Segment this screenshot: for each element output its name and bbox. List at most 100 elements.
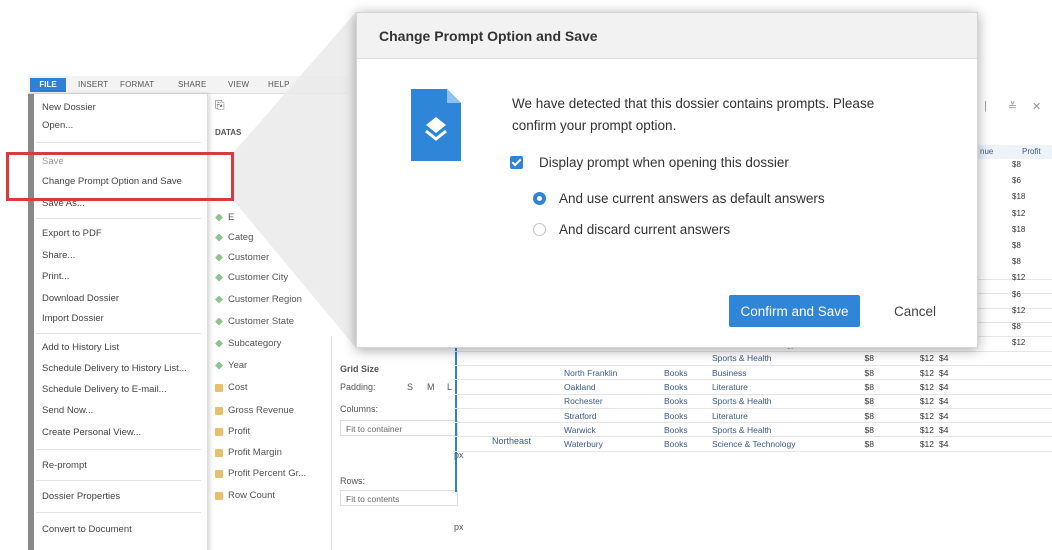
close-icon[interactable]: ✕ (1032, 100, 1041, 113)
dataset-field[interactable]: Subcategory (215, 338, 281, 349)
cell-cost: $8 (864, 353, 874, 364)
radio-unselected-icon[interactable] (533, 223, 546, 236)
table-row[interactable]: North Franklin Books Business $8 $12 $4 (454, 366, 1052, 381)
dataset-field[interactable]: Gross Revenue (215, 405, 294, 416)
menu-item-schedule-email[interactable]: Schedule Delivery to E-mail... (42, 384, 167, 395)
discard-answers-label: And discard current answers (559, 222, 731, 237)
table-row[interactable]: Oakland Books Literature $8 $12 $4 (454, 380, 1052, 395)
menu-item-convert-document[interactable]: Convert to Document (42, 524, 132, 535)
menu-divider (36, 480, 201, 481)
cell-sub: Literature (712, 381, 748, 392)
cell-prof: $4 (939, 396, 949, 407)
add-dataset-icon[interactable]: ⎘ (215, 98, 225, 113)
discard-answers-radio[interactable]: And discard current answers (533, 222, 730, 237)
padding-medium-option[interactable]: M (427, 382, 435, 392)
cell-rev: $12 (919, 353, 934, 364)
dialog-header: Change Prompt Option and Save (357, 13, 977, 59)
collapse-icon[interactable]: ≚ (1008, 100, 1017, 113)
dataset-field[interactable]: Year (215, 360, 247, 371)
table-row[interactable]: Stratford Books Literature $8 $12 $4 (454, 409, 1052, 424)
revenue-cell: $12 (1012, 305, 1026, 315)
revenue-cell: $12 (1012, 273, 1026, 283)
grid-column-headers: nue Profit (978, 145, 1052, 159)
dataset-field[interactable]: Profit (215, 426, 250, 437)
dataset-field[interactable]: Customer State (215, 316, 294, 327)
cell-cost: $8 (864, 396, 874, 407)
dataset-field[interactable]: Cost (215, 382, 248, 393)
grid-size-heading: Grid Size (340, 364, 380, 374)
menu-item-print[interactable]: Print... (42, 271, 69, 282)
menu-item-share[interactable]: Share... (42, 250, 75, 261)
cancel-button[interactable]: Cancel (874, 295, 956, 327)
menu-item-export-pdf[interactable]: Export to PDF (42, 228, 102, 239)
menu-view[interactable]: VIEW (228, 80, 249, 89)
rows-select[interactable]: Fit to contents (340, 490, 458, 506)
menu-item-open[interactable]: Open... (42, 120, 73, 131)
menu-insert[interactable]: INSERT (78, 80, 108, 89)
radio-selected-icon[interactable] (533, 192, 546, 205)
cell-city: Waterbury (564, 439, 603, 450)
cell-cat: Books (664, 424, 688, 435)
cell-prof: $4 (939, 381, 949, 392)
revenue-cell: $12 (1012, 338, 1026, 348)
columns-label: Columns: (340, 404, 379, 414)
revenue-cell: $6 (1012, 176, 1021, 186)
dataset-field[interactable]: Row Count (215, 490, 275, 501)
menu-divider (36, 449, 201, 450)
menu-format[interactable]: FORMAT (120, 80, 154, 89)
padding-large-option[interactable]: L (447, 382, 452, 392)
cell-rev: $12 (919, 410, 934, 421)
menu-item-new-dossier[interactable]: New Dossier (42, 102, 96, 113)
revenue-header[interactable]: nue (980, 147, 993, 156)
menu-file[interactable]: FILE (30, 78, 66, 92)
dataset-field[interactable]: Profit Margin (215, 447, 282, 458)
menu-item-send-now[interactable]: Send Now... (42, 405, 93, 416)
padding-small-option[interactable]: S (407, 382, 413, 392)
cell-sub: Business (712, 367, 747, 378)
menu-divider (36, 512, 201, 513)
display-prompt-checkbox[interactable]: Display prompt when opening this dossier (510, 155, 789, 170)
dataset-field[interactable]: Categ (215, 232, 253, 243)
dataset-field[interactable]: Customer (215, 252, 269, 263)
grid-toolbar: | ≚ ✕ (978, 90, 1052, 130)
menu-item-download-dossier[interactable]: Download Dossier (42, 293, 119, 304)
menu-divider (36, 218, 201, 219)
revenue-cell: $8 (1012, 322, 1021, 331)
menu-item-schedule-history[interactable]: Schedule Delivery to History List... (42, 363, 187, 374)
dataset-field[interactable]: Customer Region (215, 294, 302, 305)
menu-item-create-personal-view[interactable]: Create Personal View... (42, 427, 141, 438)
change-prompt-dialog: Change Prompt Option and Save We have de… (356, 12, 978, 348)
profit-header[interactable]: Profit (1022, 147, 1041, 156)
revenue-cell: $12 (1012, 208, 1026, 218)
cell-sub: Sports & Health (712, 396, 772, 407)
cell-rev: $12 (919, 424, 934, 435)
cell-city: Warwick (564, 424, 596, 435)
cell-city: Stratford (564, 410, 597, 421)
px-unit: px (454, 522, 464, 532)
confirm-and-save-button[interactable]: Confirm and Save (729, 295, 860, 327)
checkbox-checked-icon[interactable] (510, 156, 523, 169)
menu-item-highlight (6, 152, 234, 201)
menu-item-add-history[interactable]: Add to History List (42, 342, 119, 353)
table-row[interactable]: Rochester Books Sports & Health $8 $12 $4 (454, 395, 1052, 409)
menu-item-reprompt[interactable]: Re-prompt (42, 460, 87, 471)
cell-sub: Sports & Health (712, 353, 772, 364)
table-row[interactable]: Warwick Books Sports & Health $8 $12 $4 (454, 423, 1052, 438)
menu-share[interactable]: SHARE (178, 80, 207, 89)
cell-cost: $8 (864, 424, 874, 435)
dataset-field[interactable]: Profit Percent Gr... (215, 468, 306, 479)
rows-label: Rows: (340, 476, 366, 486)
table-row[interactable]: Sports & Health $8 $12 $4 (454, 352, 1052, 366)
cell-cat: Books (664, 381, 688, 392)
columns-select[interactable]: Fit to container (340, 420, 458, 436)
attribute-icon (215, 233, 223, 242)
table-row[interactable]: Waterbury Books Science & Technology $8 $12 $… (454, 438, 1052, 452)
menu-item-import-dossier[interactable]: Import Dossier (42, 313, 104, 324)
cell-rev: $12 (919, 439, 934, 450)
revenue-cell: $6 (1012, 289, 1021, 299)
dataset-field[interactable]: E (215, 212, 234, 223)
menu-help[interactable]: HELP (268, 80, 290, 89)
dataset-field[interactable]: Customer City (215, 272, 288, 283)
use-current-answers-radio[interactable]: And use current answers as default answe… (533, 191, 825, 206)
menu-item-dossier-properties[interactable]: Dossier Properties (42, 491, 120, 502)
